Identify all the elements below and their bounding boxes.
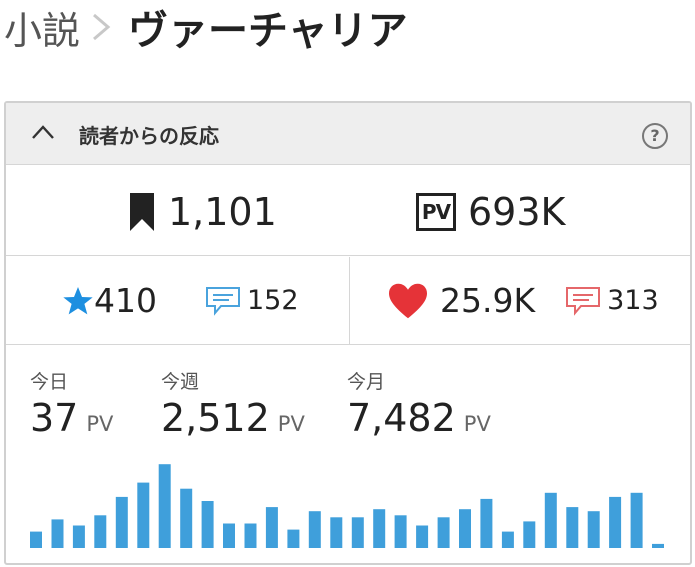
- pv-month-label: 今月: [347, 371, 386, 393]
- pv-total-count: 693K: [468, 190, 566, 234]
- pv-badge-icon: PV: [416, 193, 456, 231]
- pv-bar: [51, 519, 64, 548]
- pv-bar: [373, 509, 386, 548]
- pv-bar: [501, 531, 514, 548]
- pv-bar: [416, 525, 429, 548]
- pv-bar: [223, 523, 235, 548]
- pv-week: 今週 2,512 PV: [161, 367, 305, 440]
- pv-total-stat: PV 693K: [416, 190, 565, 234]
- pv-bar-chart: [30, 464, 664, 548]
- pv-bar: [330, 517, 343, 548]
- pv-bar: [630, 492, 643, 548]
- pv-month: 今月 7,482 PV: [347, 367, 491, 440]
- pv-bar: [158, 464, 171, 548]
- pv-bar: [609, 496, 622, 548]
- pv-bar: [308, 511, 321, 548]
- like-comment-icon: [566, 286, 601, 316]
- bookmark-icon: [130, 193, 154, 231]
- reader-reactions-panel: 読者からの反応 ? 1,101 PV 693K 410 152 25.9K 31…: [4, 101, 692, 565]
- pv-today-label: 今日: [30, 371, 69, 393]
- pv-bar: [180, 488, 193, 548]
- breadcrumb: 小説 ヴァーチャリア: [4, 0, 408, 55]
- pv-bar: [587, 511, 600, 548]
- pv-bar: [244, 523, 257, 548]
- pv-bar: [72, 525, 85, 548]
- pv-week-value: 2,512: [161, 396, 270, 440]
- breadcrumb-parent-link[interactable]: 小説: [4, 0, 80, 55]
- like-comment-count: 313: [607, 285, 659, 316]
- pv-bar: [351, 517, 364, 548]
- like-stat: 25.9K 313: [386, 281, 659, 320]
- star-icon: [63, 286, 93, 314]
- pv-bar: [265, 507, 278, 548]
- pv-today: 今日 37 PV: [30, 367, 113, 440]
- pv-week-label: 今週: [161, 371, 200, 393]
- pv-bar: [480, 498, 493, 548]
- pv-bar: [544, 492, 557, 548]
- panel-header[interactable]: 読者からの反応 ?: [6, 103, 690, 165]
- chevron-right-icon: [93, 13, 111, 41]
- page-title: ヴァーチャリア: [128, 8, 408, 54]
- pv-bar: [437, 517, 450, 548]
- pv-bar: [652, 543, 664, 548]
- bookmark-count: 1,101: [168, 190, 277, 234]
- star-stat: 410 152: [62, 281, 299, 320]
- pv-bar: [94, 515, 107, 548]
- chevron-up-icon[interactable]: [28, 120, 58, 144]
- totals-row: 1,101 PV 693K: [6, 166, 690, 256]
- pv-bar: [394, 515, 407, 548]
- pv-bar: [201, 501, 214, 548]
- pv-bar: [137, 482, 150, 548]
- pv-bar: [287, 529, 300, 548]
- pv-today-value: 37: [30, 396, 79, 440]
- pv-month-unit: PV: [463, 412, 491, 436]
- pv-bar: [459, 509, 471, 548]
- pv-bar: [523, 521, 536, 548]
- like-count: 25.9K: [440, 281, 536, 320]
- star-comment-count: 152: [247, 285, 299, 316]
- pv-bar: [30, 531, 42, 548]
- heart-icon: [389, 283, 427, 318]
- pv-week-unit: PV: [277, 412, 305, 436]
- row-divider: [349, 257, 350, 344]
- pv-bar: [566, 507, 579, 548]
- pv-month-value: 7,482: [347, 396, 456, 440]
- bookmark-stat: 1,101: [128, 190, 277, 234]
- help-icon[interactable]: ?: [642, 123, 668, 149]
- reactions-row: 410 152 25.9K 313: [6, 257, 690, 345]
- panel-title: 読者からの反応: [79, 124, 219, 148]
- star-count: 410: [94, 281, 157, 320]
- pv-bar: [115, 496, 128, 548]
- pv-today-unit: PV: [86, 412, 114, 436]
- star-comment-icon: [206, 286, 240, 316]
